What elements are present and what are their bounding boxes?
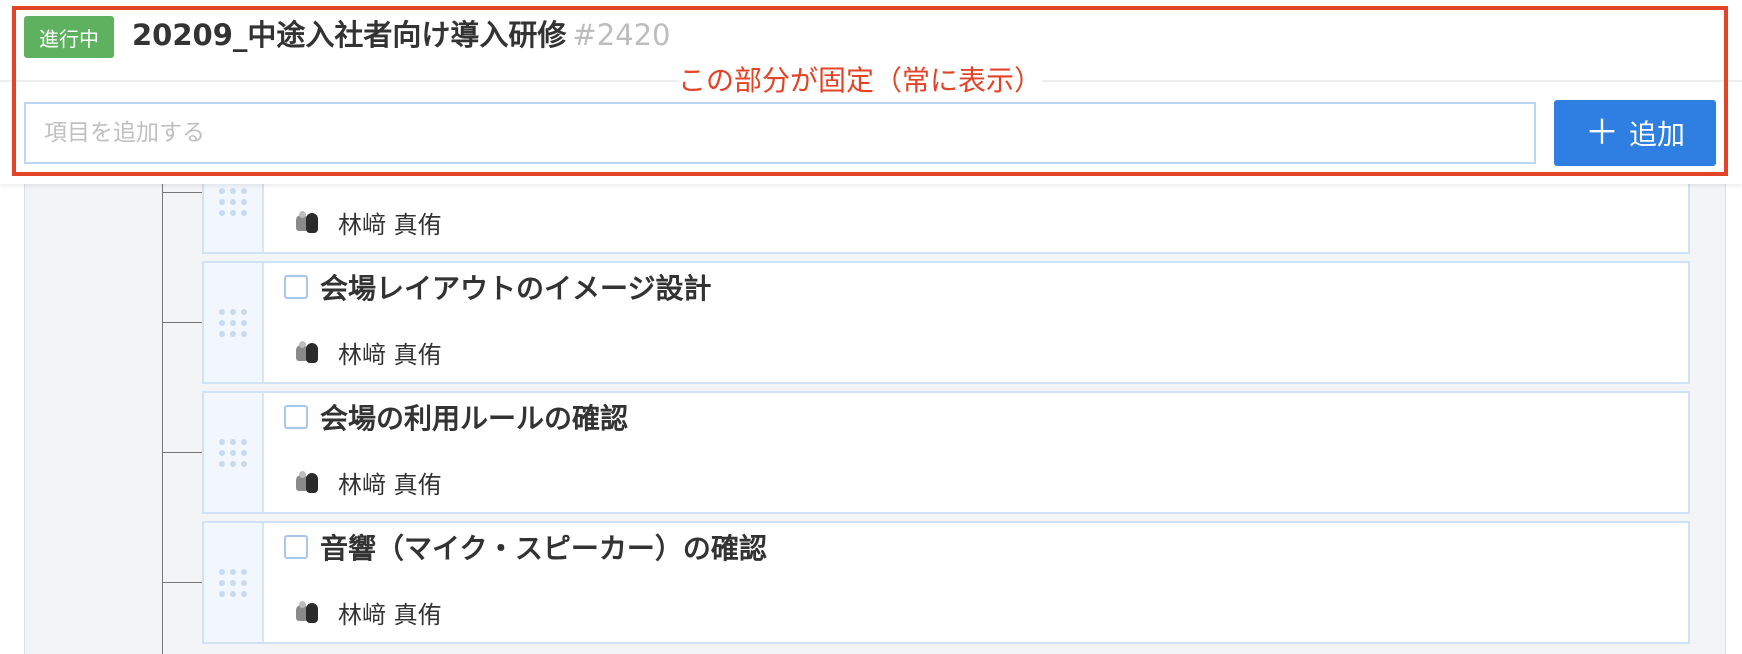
new-item-input[interactable] — [24, 102, 1536, 164]
annotation-text: この部分が固定（常に表示） — [678, 62, 1043, 100]
project-title: 20209_中途入社者向け導入研修 #2420 — [132, 14, 671, 56]
assignee-name: 林﨑 真侑 — [338, 470, 442, 499]
drag-dots-icon — [219, 438, 247, 467]
project-id: #2420 — [572, 18, 671, 52]
avatar-icon — [294, 209, 320, 235]
task-title[interactable]: 会場レイアウトのイメージ設計 — [320, 271, 711, 307]
task-checkbox[interactable] — [284, 405, 308, 429]
add-button-label: 追加 — [1628, 118, 1685, 151]
avatar-icon — [294, 599, 320, 625]
task-checkbox[interactable] — [284, 535, 308, 559]
add-item-button[interactable]: ＋ 追加 — [1554, 100, 1716, 166]
avatar-icon — [294, 469, 320, 495]
plus-icon: ＋ — [1584, 113, 1619, 153]
assignee-name: 林﨑 真侑 — [338, 600, 442, 629]
task-card[interactable]: 会場レイアウトのイメージ設計 林﨑 真侑 — [202, 261, 1690, 384]
project-name: 20209_中途入社者向け導入研修 — [132, 18, 567, 52]
assignee-name: 林﨑 真侑 — [338, 340, 442, 369]
task-checkbox[interactable] — [284, 275, 308, 299]
tree-branch — [162, 192, 202, 193]
task-page: 林﨑 真侑 会場レイアウトのイメージ設計 林﨑 真侑 会場の利用ルールの確認 林… — [0, 0, 1742, 654]
assignee-name: 林﨑 真侑 — [338, 210, 442, 239]
avatar-icon — [294, 339, 320, 365]
task-assignee: 林﨑 真侑 — [294, 206, 442, 239]
drag-handle[interactable] — [204, 263, 264, 382]
task-card[interactable]: 会場の利用ルールの確認 林﨑 真侑 — [202, 391, 1690, 514]
task-title[interactable]: 会場の利用ルールの確認 — [320, 401, 628, 437]
drag-dots-icon — [219, 188, 247, 216]
tree-branch — [162, 322, 202, 323]
task-card[interactable]: 音響（マイク・スピーカー）の確認 林﨑 真侑 — [202, 521, 1690, 644]
tree-branch — [162, 452, 202, 453]
drag-handle[interactable] — [204, 393, 264, 512]
drag-dots-icon — [219, 568, 247, 597]
drag-dots-icon — [219, 308, 247, 337]
task-assignee: 林﨑 真侑 — [294, 596, 442, 629]
task-title[interactable]: 音響（マイク・スピーカー）の確認 — [320, 531, 767, 567]
status-badge: 進行中 — [24, 16, 114, 58]
task-assignee: 林﨑 真侑 — [294, 466, 442, 499]
task-assignee: 林﨑 真侑 — [294, 336, 442, 369]
tree-branch — [162, 582, 202, 583]
drag-handle[interactable] — [204, 523, 264, 642]
